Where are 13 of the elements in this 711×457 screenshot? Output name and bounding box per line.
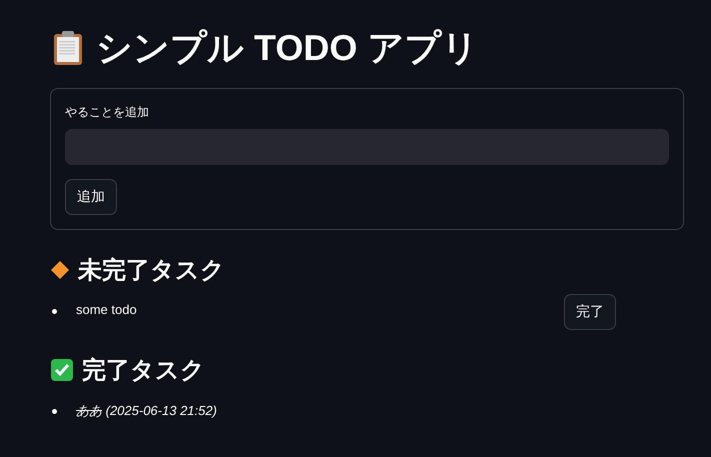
checkbox-icon — [50, 358, 74, 382]
page-title: シンプル TODO アプリ — [96, 26, 478, 70]
section-heading: 未完了タスク — [78, 256, 225, 286]
bullet-icon — [52, 309, 57, 314]
field-label: やることを追加 — [65, 104, 149, 121]
task-text: ああ (2025-06-13 21:52) — [76, 402, 218, 420]
section-heading: 完了タスク — [82, 356, 205, 386]
complete-button[interactable]: 完了 — [564, 294, 616, 330]
diamond-icon — [50, 260, 70, 280]
add-button[interactable]: 追加 — [65, 179, 117, 215]
input-field[interactable] — [65, 129, 669, 165]
bullet-icon — [52, 409, 57, 414]
task-text: some todo — [76, 302, 138, 317]
